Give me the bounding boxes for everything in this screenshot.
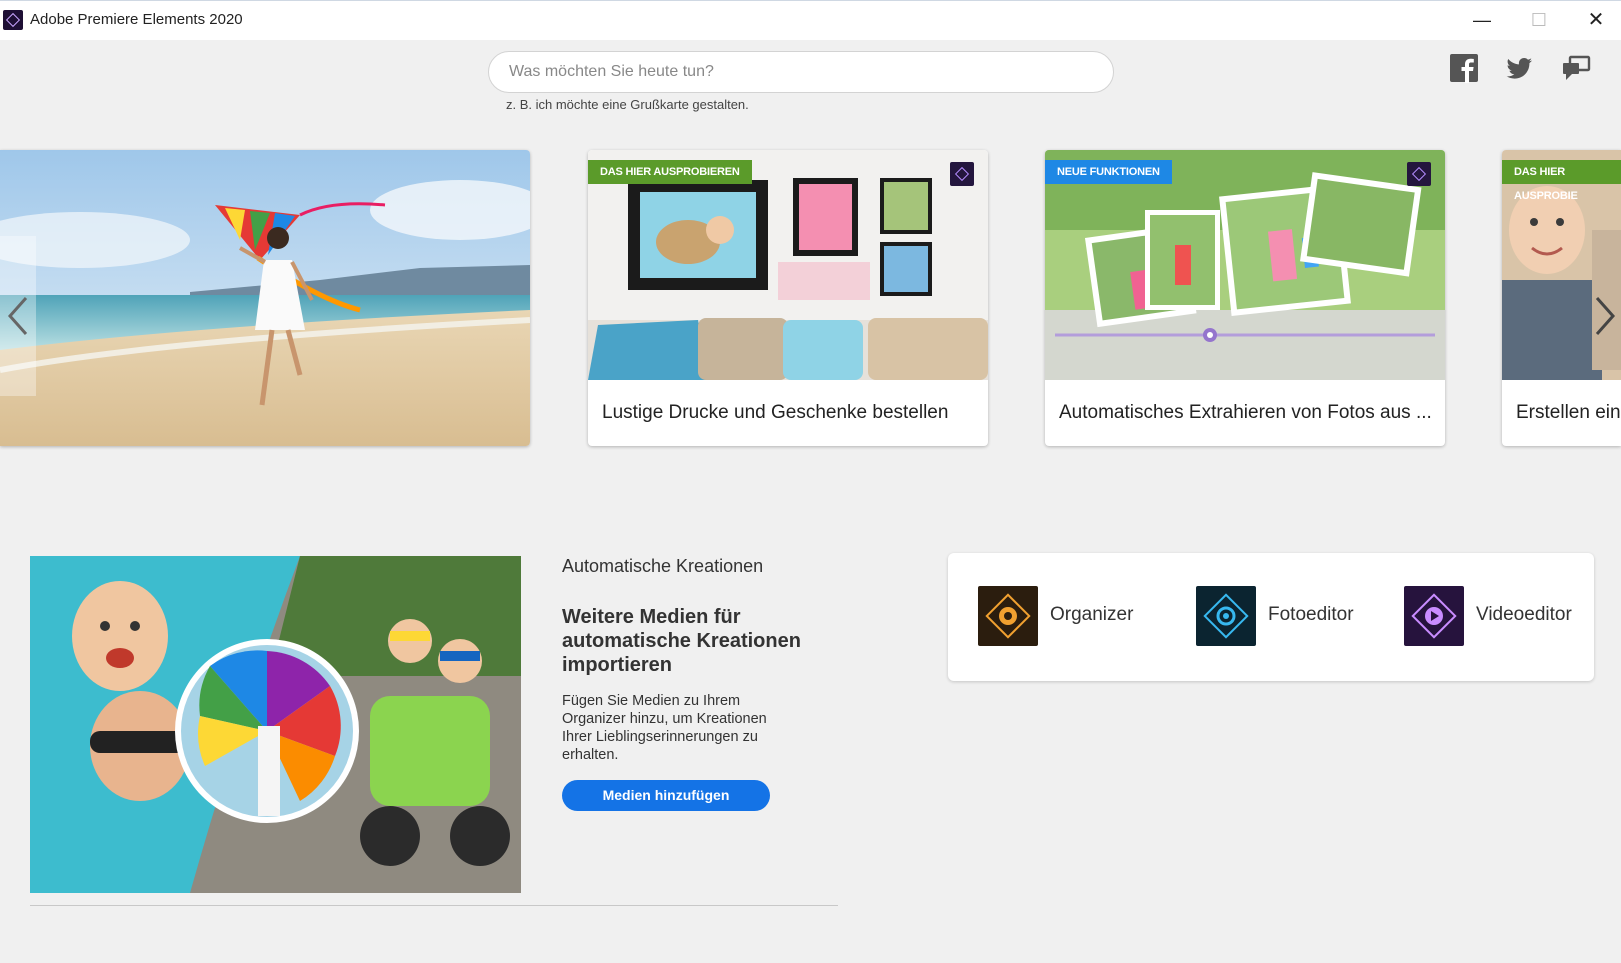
fotoeditor-icon	[1196, 586, 1256, 646]
auto-creations-description: Fügen Sie Medien zu Ihrem Organizer hinz…	[562, 693, 767, 763]
card-badge: DAS HIER AUSPROBIEREN	[588, 160, 752, 184]
section-divider	[30, 905, 838, 906]
title-bar: Adobe Premiere Elements 2020 — ☐ ✕	[0, 0, 1621, 40]
facebook-icon[interactable]	[1449, 53, 1479, 83]
videoeditor-icon	[1404, 586, 1464, 646]
carousel-prev-arrow[interactable]	[0, 236, 36, 396]
launch-label: Organizer	[1050, 604, 1134, 625]
card-badge: DAS HIER AUSPROBIE	[1502, 160, 1621, 202]
card-label: Erstellen eine	[1516, 402, 1621, 423]
app-launcher-panel: Organizer Fotoeditor Videoeditor	[948, 553, 1594, 681]
minimize-button[interactable]: —	[1462, 7, 1502, 33]
feedback-icon[interactable]	[1561, 53, 1591, 83]
auto-creations-heading: Automatische Kreationen	[562, 556, 764, 576]
auto-creations-collage	[30, 556, 521, 893]
card-label: Automatisches Extrahieren von Fotos aus …	[1059, 402, 1432, 423]
photoshop-elements-icon	[950, 162, 974, 186]
maximize-button[interactable]: ☐	[1519, 7, 1559, 33]
card-badge: NEUE FUNKTIONEN	[1045, 160, 1172, 184]
search-box[interactable]	[488, 51, 1114, 93]
search-hint: z. B. ich möchte eine Grußkarte gestalte…	[506, 97, 749, 112]
add-media-button[interactable]: Medien hinzufügen	[562, 780, 770, 811]
hero-image-beach-kite[interactable]	[0, 150, 530, 446]
window-title: Adobe Premiere Elements 2020	[30, 11, 243, 28]
carousel-card-auto-extract[interactable]: NEUE FUNKTIONEN Automatisches Extrahiere…	[1045, 150, 1445, 446]
premiere-elements-app-icon	[3, 10, 23, 30]
photoshop-elements-icon	[1407, 162, 1431, 186]
close-button[interactable]: ✕	[1576, 7, 1616, 33]
twitter-icon[interactable]	[1504, 53, 1534, 83]
organizer-icon	[978, 586, 1038, 646]
card-image-video-frames	[1045, 150, 1445, 380]
card-label: Lustige Drucke und Geschenke bestellen	[602, 402, 949, 423]
launch-label: Videoeditor	[1476, 604, 1572, 625]
card-image-prints	[588, 150, 988, 380]
carousel-card-prints[interactable]: DAS HIER AUSPROBIEREN Lustige Drucke und…	[588, 150, 988, 446]
auto-creations-title: Weitere Medien für automatische Kreation…	[562, 606, 801, 676]
carousel-next-arrow[interactable]	[1585, 236, 1621, 396]
search-input[interactable]	[507, 52, 1091, 92]
launch-label: Fotoeditor	[1268, 604, 1354, 625]
